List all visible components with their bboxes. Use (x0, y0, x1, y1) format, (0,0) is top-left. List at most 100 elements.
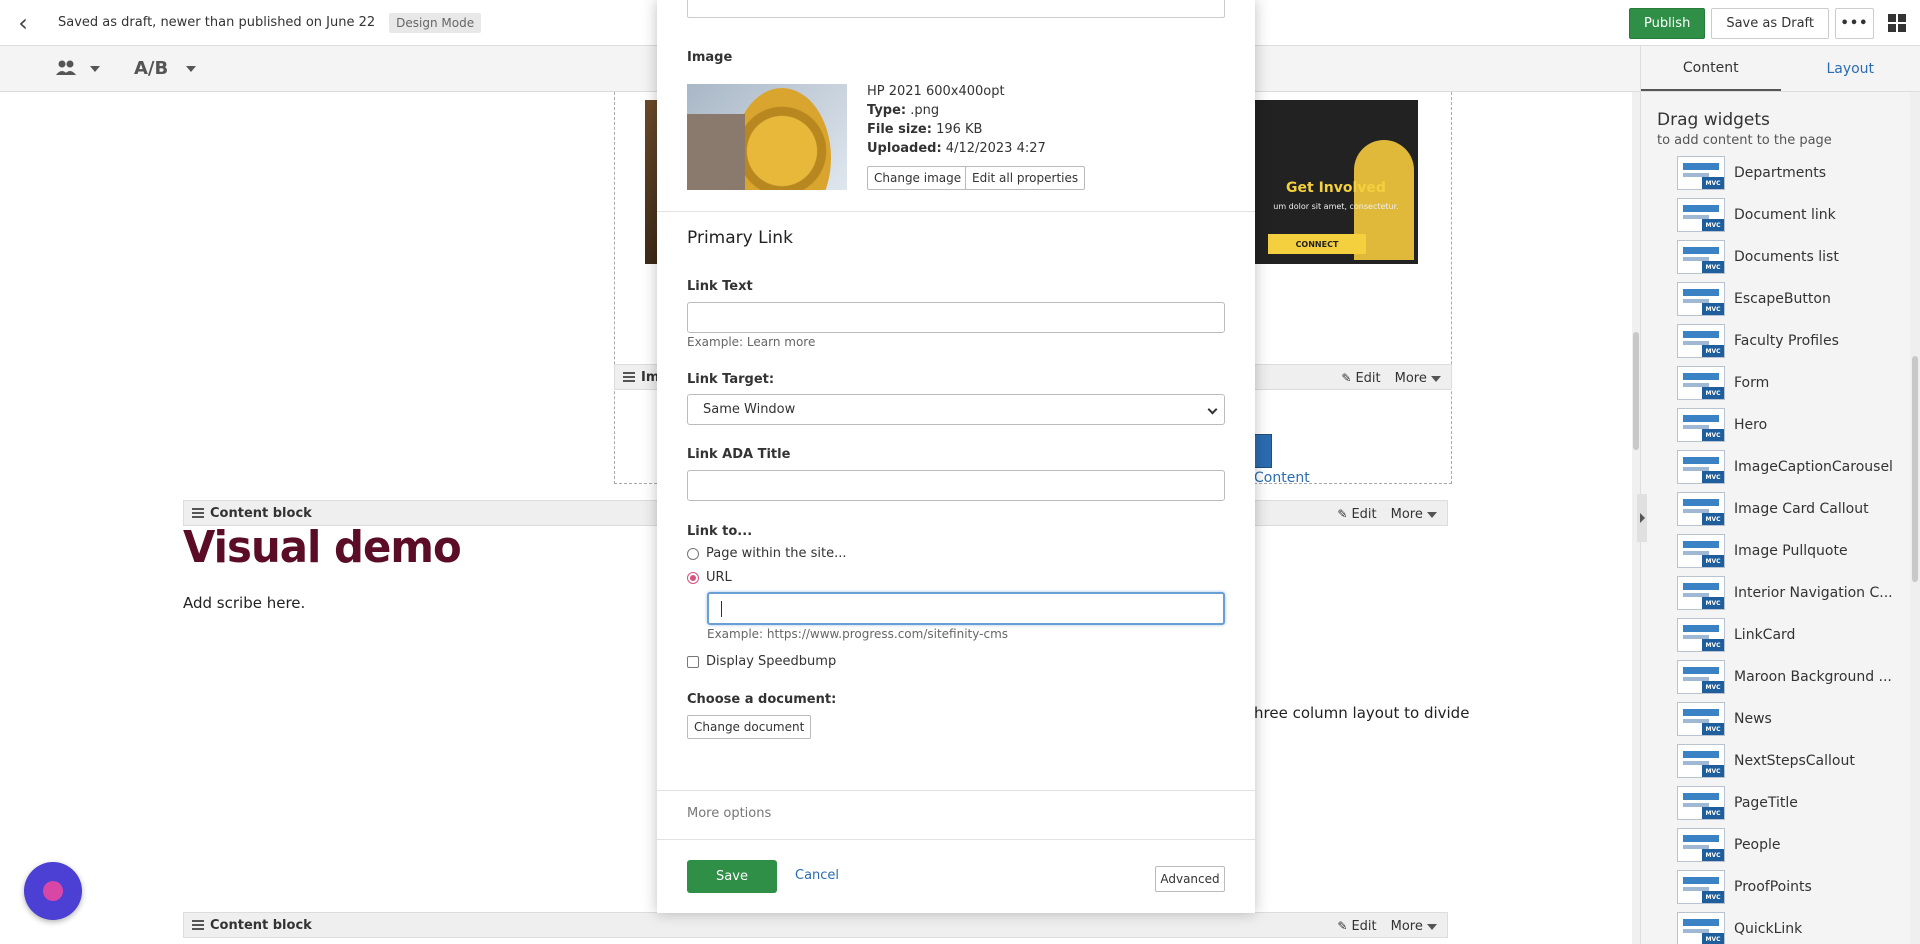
widget-toolbar-content-block: Content block ✎ Edit More (183, 912, 1448, 938)
more-widget-menu[interactable]: More (1391, 919, 1437, 934)
drag-widgets-title: Drag widgets (1657, 110, 1770, 130)
link-target-label: Link Target: (687, 372, 775, 387)
widget-list-item[interactable]: MVC EscapeButton (1677, 282, 1913, 316)
radio-url[interactable]: URL (687, 570, 732, 585)
panel-tabs: Content Layout (1641, 46, 1920, 92)
widget-thumbnail-icon: MVC (1677, 408, 1725, 442)
widget-name: Maroon Background ... (1734, 669, 1892, 685)
advanced-button[interactable]: Advanced (1155, 866, 1225, 892)
mvc-badge: MVC (1702, 933, 1724, 944)
users-group-icon (56, 59, 76, 79)
checkbox-label: Display Speedbump (706, 654, 837, 669)
image-size: 196 KB (936, 122, 983, 137)
personalization-dropdown[interactable] (56, 59, 100, 79)
link-text-input[interactable] (687, 302, 1225, 333)
radio-page-within-site[interactable]: Page within the site... (687, 546, 847, 561)
widget-list-item[interactable]: MVC ImageCaptionCarousel (1677, 450, 1913, 484)
url-input[interactable] (707, 592, 1225, 625)
save-button[interactable]: Save (687, 860, 777, 893)
change-image-button[interactable]: Change image (867, 166, 969, 190)
display-speedbump-checkbox[interactable]: Display Speedbump (687, 654, 836, 669)
widget-list-item[interactable]: MVC Hero (1677, 408, 1913, 442)
widget-name: EscapeButton (1734, 291, 1831, 307)
widget-list-item[interactable]: MVC Form (1677, 366, 1913, 400)
scrollbar-thumb[interactable] (1633, 332, 1639, 450)
chevron-down-icon (1431, 375, 1441, 382)
content-link[interactable]: Content (1254, 470, 1310, 486)
chat-help-bubble[interactable] (24, 862, 82, 920)
save-as-draft-button[interactable]: Save as Draft (1711, 7, 1829, 39)
tab-layout[interactable]: Layout (1781, 46, 1920, 91)
promo-connect-button: CONNECT (1268, 234, 1366, 254)
mvc-badge: MVC (1702, 723, 1724, 735)
back-arrow-icon[interactable]: ‹ (0, 0, 46, 46)
visual-demo-heading: Visual demo (183, 522, 462, 573)
drag-handle-icon[interactable] (192, 920, 204, 930)
widget-list-item[interactable]: MVC PageTitle (1677, 786, 1913, 820)
link-text-label: Link Text (687, 279, 753, 294)
link-target-select[interactable]: Same Window (687, 394, 1225, 425)
widget-list-item[interactable]: MVC NextStepsCallout (1677, 744, 1913, 778)
radio-button[interactable] (687, 547, 699, 560)
more-widget-menu[interactable]: More (1395, 371, 1441, 386)
cancel-link[interactable]: Cancel (795, 868, 839, 883)
widget-list-item[interactable]: MVC Maroon Background ... (1677, 660, 1913, 694)
widget-name: People (1734, 837, 1781, 853)
widget-list-item[interactable]: MVC Interior Navigation C... (1677, 576, 1913, 610)
radio-button-selected[interactable] (687, 571, 699, 584)
widget-list-item[interactable]: MVC Document link (1677, 198, 1913, 232)
apps-grid-icon[interactable] (1874, 0, 1920, 46)
more-widget-menu[interactable]: More (1391, 507, 1437, 522)
widget-list-item[interactable]: MVC Image Card Callout (1677, 492, 1913, 526)
widget-name: QuickLink (1734, 921, 1803, 937)
ada-title-label: Link ADA Title (687, 447, 791, 462)
widget-list-item[interactable]: MVC Image Pullquote (1677, 534, 1913, 568)
widget-list-item[interactable]: MVC Faculty Profiles (1677, 324, 1913, 358)
pencil-icon: ✎ (1341, 370, 1352, 385)
edit-widget-link[interactable]: ✎ Edit (1337, 919, 1376, 934)
textarea-field[interactable] (687, 0, 1225, 18)
url-hint: Example: https://www.progress.com/sitefi… (707, 627, 1009, 641)
mvc-badge: MVC (1702, 765, 1724, 777)
publish-button[interactable]: Publish (1628, 7, 1706, 39)
edit-widget-link[interactable]: ✎ Edit (1341, 371, 1380, 386)
checkbox[interactable] (687, 655, 699, 668)
scrollbar-thumb[interactable] (1912, 356, 1918, 582)
widget-list-item[interactable]: MVC QuickLink (1677, 912, 1913, 944)
widget-thumbnail-icon: MVC (1677, 450, 1725, 484)
widget-list-item[interactable]: MVC News (1677, 702, 1913, 736)
widget-name: PageTitle (1734, 795, 1798, 811)
pencil-icon: ✎ (1337, 918, 1348, 933)
widget-name: Faculty Profiles (1734, 333, 1839, 349)
widget-name: Documents list (1734, 249, 1839, 265)
drag-handle-icon[interactable] (192, 508, 204, 518)
widget-list-item[interactable]: MVC Departments (1677, 156, 1913, 190)
collapse-panel-icon[interactable] (1637, 494, 1647, 542)
widget-list-item[interactable]: MVC Documents list (1677, 240, 1913, 274)
design-mode-badge: Design Mode (389, 12, 482, 33)
widget-thumbnail-icon: MVC (1677, 828, 1725, 862)
tab-content[interactable]: Content (1641, 46, 1781, 91)
drag-handle-icon[interactable] (623, 372, 635, 382)
change-document-button[interactable]: Change document (687, 715, 812, 739)
edit-widget-link[interactable]: ✎ Edit (1337, 507, 1376, 522)
choose-document-label: Choose a document: (687, 692, 837, 707)
mvc-badge: MVC (1702, 303, 1724, 315)
edit-all-properties-button[interactable]: Edit all properties (965, 166, 1086, 190)
widget-name: News (1734, 711, 1772, 727)
widget-thumbnail-icon: MVC (1677, 618, 1725, 652)
widget-list-item[interactable]: MVC ProofPoints (1677, 870, 1913, 904)
mvc-badge: MVC (1702, 891, 1724, 903)
widget-list-item[interactable]: MVC LinkCard (1677, 618, 1913, 652)
mvc-badge: MVC (1702, 681, 1724, 693)
ada-title-input[interactable] (687, 470, 1225, 501)
more-actions-button[interactable]: ••• (1835, 7, 1874, 39)
ab-test-dropdown[interactable]: A/B (134, 58, 197, 79)
widget-list-item[interactable]: MVC People (1677, 828, 1913, 862)
scribe-text: Add scribe here. (183, 594, 306, 612)
widget-name: ImageCaptionCarousel (1734, 459, 1893, 475)
panel-scrollbar[interactable] (1910, 92, 1920, 944)
more-options-toggle[interactable]: More options (687, 806, 771, 821)
radio-label: URL (706, 570, 732, 585)
text-cursor (721, 601, 722, 617)
